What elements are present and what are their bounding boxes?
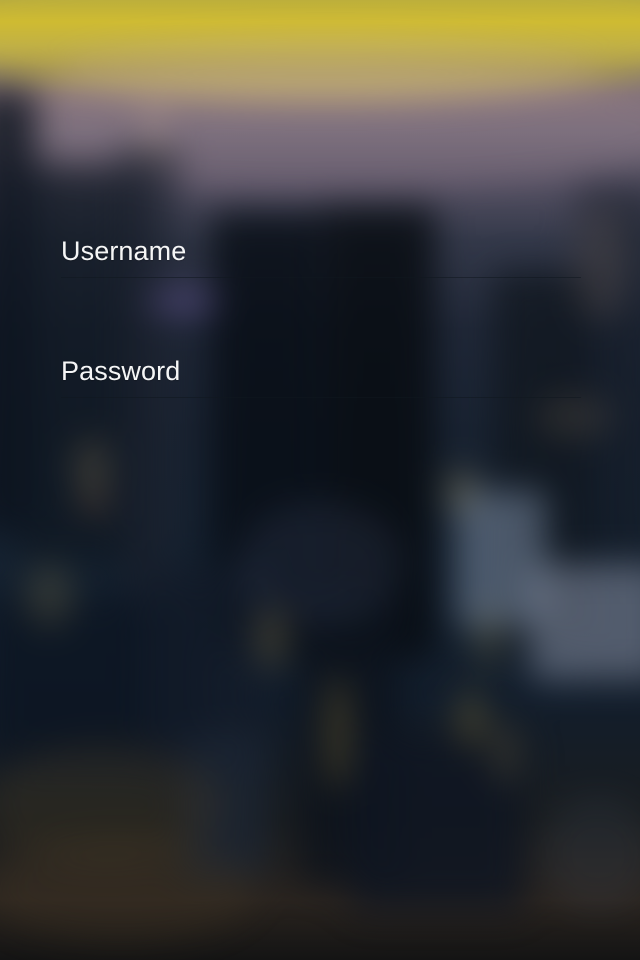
blurred-city-background	[0, 0, 640, 960]
username-field: Username	[61, 226, 581, 346]
login-form: Username Password	[61, 226, 581, 466]
password-field: Password	[61, 346, 581, 466]
password-input[interactable]	[61, 346, 581, 398]
username-input[interactable]	[61, 226, 581, 278]
username-underline	[61, 277, 581, 278]
password-underline	[61, 397, 581, 398]
login-screen: Username Password	[0, 0, 640, 960]
